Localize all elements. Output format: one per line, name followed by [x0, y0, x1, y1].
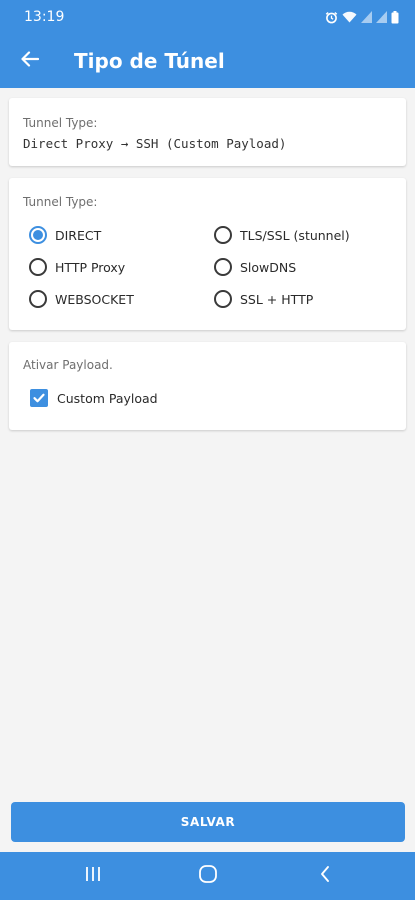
- custom-payload-checkbox[interactable]: [30, 389, 48, 407]
- custom-payload-checkbox-row[interactable]: Custom Payload: [30, 389, 158, 407]
- alarm-icon: [325, 11, 338, 24]
- radio-label: DIRECT: [55, 227, 102, 243]
- radio-tls-ssl[interactable]: TLS/SSL (stunnel): [214, 224, 350, 246]
- radio-http-proxy[interactable]: HTTP Proxy: [29, 256, 125, 278]
- navigation-bar: [0, 852, 415, 900]
- radio-button[interactable]: [29, 258, 47, 276]
- arrow-left-icon: [21, 50, 40, 72]
- radio-label: SlowDNS: [240, 259, 297, 275]
- wifi-icon: [342, 11, 357, 23]
- radio-button[interactable]: [214, 290, 232, 308]
- radio-label: TLS/SSL (stunnel): [240, 227, 350, 243]
- tunnel-type-card: Tunnel Type: DIRECT TLS/SSL (stunnel) HT…: [9, 178, 406, 330]
- back-icon: [319, 865, 331, 888]
- tunnel-summary-card: Tunnel Type: Direct Proxy → SSH (Custom …: [9, 98, 406, 166]
- payload-label: Ativar Payload.: [23, 358, 113, 372]
- radio-slowdns[interactable]: SlowDNS: [214, 256, 296, 278]
- save-button[interactable]: SALVAR: [11, 802, 405, 842]
- radio-label: HTTP Proxy: [55, 259, 126, 275]
- nav-back-button[interactable]: [295, 852, 355, 900]
- recent-apps-button[interactable]: [63, 852, 123, 900]
- summary-value: Direct Proxy → SSH (Custom Payload): [23, 136, 287, 151]
- signal-icon: [361, 11, 372, 23]
- summary-label: Tunnel Type:: [23, 116, 98, 130]
- radio-label: SSL + HTTP: [240, 291, 314, 307]
- radio-button[interactable]: [29, 290, 47, 308]
- battery-icon: [391, 10, 399, 24]
- back-button[interactable]: [2, 34, 58, 88]
- radio-label: WEBSOCKET: [55, 291, 134, 307]
- signal-icon: [376, 11, 387, 23]
- tunnel-type-label: Tunnel Type:: [23, 195, 98, 209]
- radio-button-checked[interactable]: [29, 226, 47, 244]
- radio-button[interactable]: [214, 226, 232, 244]
- home-icon: [198, 864, 218, 889]
- custom-payload-label: Custom Payload: [57, 390, 158, 406]
- status-icons: [325, 10, 399, 24]
- home-button[interactable]: [178, 852, 238, 900]
- radio-direct[interactable]: DIRECT: [29, 224, 101, 246]
- status-bar: 13:19: [0, 0, 415, 34]
- radio-websocket[interactable]: WEBSOCKET: [29, 288, 134, 310]
- app-bar: Tipo de Túnel: [0, 34, 415, 88]
- check-icon: [33, 393, 45, 403]
- radio-button[interactable]: [214, 258, 232, 276]
- status-time: 13:19: [24, 9, 65, 25]
- payload-card: Ativar Payload. Custom Payload: [9, 342, 406, 430]
- recent-apps-icon: [84, 866, 102, 887]
- radio-ssl-http[interactable]: SSL + HTTP: [214, 288, 313, 310]
- page-title: Tipo de Túnel: [74, 49, 225, 73]
